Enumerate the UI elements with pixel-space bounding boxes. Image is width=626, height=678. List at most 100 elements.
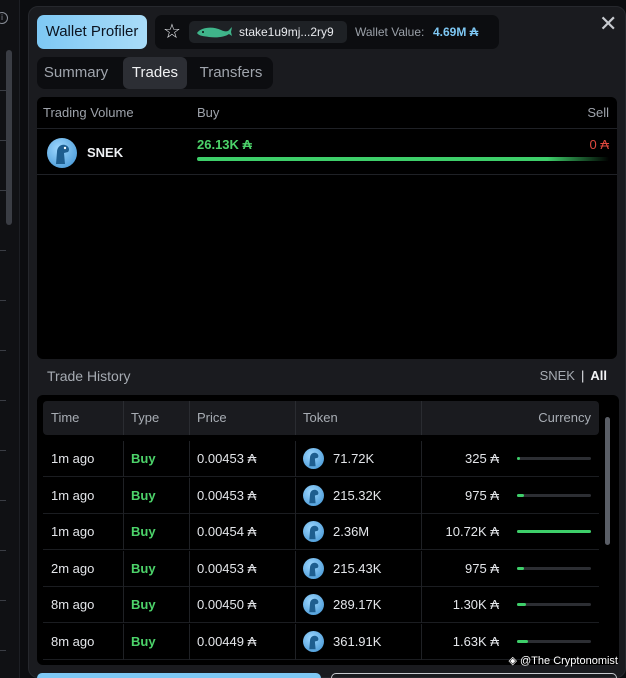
wallet-profiler-panel: Wallet Profiler ☆ stake1u9mj...2ry9 Wall… bbox=[28, 6, 626, 678]
bottom-primary-button[interactable] bbox=[37, 673, 321, 678]
column-divider bbox=[421, 587, 422, 623]
wallet-value: 4.69M ₳ bbox=[433, 25, 479, 39]
volume-sell-value: 0 ₳ bbox=[589, 137, 609, 152]
column-divider bbox=[421, 441, 422, 477]
watermark-text: @The Cryptonomist bbox=[520, 655, 618, 667]
rail-tick bbox=[0, 90, 6, 91]
tab-summary[interactable]: Summary bbox=[37, 57, 115, 89]
cell-token-amount: 289.17K bbox=[333, 597, 382, 612]
cell-type: Buy bbox=[131, 451, 156, 466]
volume-token-name: SNEK bbox=[87, 145, 124, 160]
wallet-address: stake1u9mj...2ry9 bbox=[239, 25, 334, 39]
snek-token-icon bbox=[303, 557, 324, 579]
cell-currency: 325 ₳ bbox=[465, 451, 499, 466]
cell-price: 0.00450 ₳ bbox=[197, 597, 257, 612]
column-divider bbox=[421, 623, 422, 660]
currency-bar-fill bbox=[517, 603, 526, 606]
trade-history-header: Time Type Price Token Currency bbox=[43, 401, 599, 435]
col-token: Token bbox=[303, 410, 338, 425]
cell-currency: 1.30K ₳ bbox=[452, 597, 499, 612]
currency-bar-track bbox=[517, 530, 591, 533]
cell-time: 1m ago bbox=[51, 487, 95, 503]
currency-bar-track bbox=[517, 493, 591, 497]
column-divider bbox=[295, 441, 296, 477]
column-divider bbox=[189, 623, 190, 660]
column-divider bbox=[189, 587, 190, 623]
left-scrollbar[interactable] bbox=[6, 50, 12, 225]
snek-token-icon bbox=[303, 630, 324, 652]
wallet-address-chip[interactable]: stake1u9mj...2ry9 bbox=[189, 21, 347, 43]
column-divider bbox=[421, 550, 422, 587]
column-divider bbox=[295, 623, 296, 660]
tab-trades[interactable]: Trades bbox=[123, 57, 187, 89]
col-type: Type bbox=[131, 410, 160, 425]
trading-volume-section: Trading Volume Buy Sell SNEK 26.13K ₳ 0 … bbox=[37, 97, 617, 359]
table-row[interactable]: 1m ago Buy 0.00454 ₳ 2.36M 10.72K ₳ bbox=[43, 514, 599, 550]
tab-bar: Summary Trades Transfers bbox=[37, 57, 273, 89]
cell-currency: 1.63K ₳ bbox=[452, 633, 499, 649]
column-divider bbox=[421, 401, 422, 435]
wallet-profiler-button[interactable]: Wallet Profiler bbox=[37, 15, 147, 49]
rail-tick bbox=[0, 140, 6, 141]
tab-transfers[interactable]: Transfers bbox=[191, 57, 271, 89]
cell-price: 0.00453 ₳ bbox=[197, 451, 257, 466]
rail-tick bbox=[0, 600, 6, 601]
wallet-value-label: Wallet Value: bbox=[355, 25, 425, 39]
cell-time: 8m ago bbox=[51, 633, 95, 649]
table-row[interactable]: 1m ago Buy 0.00453 ₳ 215.32K 975 ₳ bbox=[43, 477, 599, 514]
column-divider bbox=[295, 550, 296, 587]
cell-price: 0.00454 ₳ bbox=[197, 524, 257, 539]
rail-tick bbox=[0, 400, 6, 401]
filter-all[interactable]: All bbox=[590, 368, 607, 383]
cell-time: 8m ago bbox=[51, 597, 95, 612]
star-icon[interactable]: ☆ bbox=[163, 21, 181, 43]
column-divider bbox=[295, 477, 296, 514]
currency-bar-track bbox=[517, 457, 591, 460]
volume-row[interactable]: SNEK 26.13K ₳ 0 ₳ bbox=[37, 131, 617, 175]
rail-tick bbox=[0, 550, 6, 551]
info-icon[interactable]: i bbox=[0, 12, 8, 24]
close-icon[interactable]: ✕ bbox=[599, 11, 617, 37]
currency-bar-fill bbox=[517, 530, 591, 533]
table-row[interactable]: 8m ago Buy 0.00450 ₳ 289.17K 1.30K ₳ bbox=[43, 587, 599, 623]
column-divider bbox=[189, 514, 190, 550]
history-scrollbar[interactable] bbox=[605, 417, 610, 545]
cell-type: Buy bbox=[131, 597, 156, 612]
cell-token-amount: 215.32K bbox=[333, 487, 382, 503]
currency-bar-track bbox=[517, 639, 591, 643]
col-sell: Sell bbox=[587, 105, 609, 120]
col-time: Time bbox=[51, 410, 80, 425]
column-divider bbox=[189, 401, 190, 435]
cell-type: Buy bbox=[131, 560, 156, 576]
column-divider bbox=[189, 441, 190, 477]
cell-price: 0.00453 ₳ bbox=[197, 487, 257, 503]
cell-currency: 975 ₳ bbox=[465, 487, 499, 503]
cell-currency: 975 ₳ bbox=[465, 560, 499, 576]
filter-snek[interactable]: SNEK bbox=[540, 368, 575, 383]
filter-separator: | bbox=[580, 368, 585, 383]
wallet-info-bar: ☆ stake1u9mj...2ry9 Wallet Value: 4.69M … bbox=[155, 15, 499, 49]
left-rail: i bbox=[0, 0, 20, 678]
rail-tick bbox=[0, 650, 6, 651]
column-divider bbox=[123, 514, 124, 550]
column-divider bbox=[123, 401, 124, 435]
rail-tick bbox=[0, 350, 6, 351]
trade-history-table: Time Type Price Token Currency 1m ago Buy… bbox=[37, 395, 619, 665]
rail-tick bbox=[0, 190, 6, 191]
cell-type: Buy bbox=[131, 487, 156, 503]
whale-icon bbox=[197, 27, 232, 38]
cell-time: 1m ago bbox=[51, 524, 95, 539]
cell-type: Buy bbox=[131, 633, 156, 649]
cell-currency: 10.72K ₳ bbox=[445, 524, 500, 539]
currency-bar-fill bbox=[517, 566, 524, 570]
table-row[interactable]: 2m ago Buy 0.00453 ₳ 215.43K 975 ₳ bbox=[43, 550, 599, 587]
snek-token-icon bbox=[303, 594, 324, 615]
cell-token-amount: 215.43K bbox=[333, 560, 382, 576]
column-divider bbox=[421, 477, 422, 514]
column-divider bbox=[295, 587, 296, 623]
column-divider bbox=[123, 623, 124, 660]
column-divider bbox=[189, 477, 190, 514]
bottom-secondary-button[interactable] bbox=[331, 673, 617, 678]
col-currency: Currency bbox=[538, 410, 591, 425]
table-row[interactable]: 1m ago Buy 0.00453 ₳ 71.72K 325 ₳ bbox=[43, 441, 599, 477]
